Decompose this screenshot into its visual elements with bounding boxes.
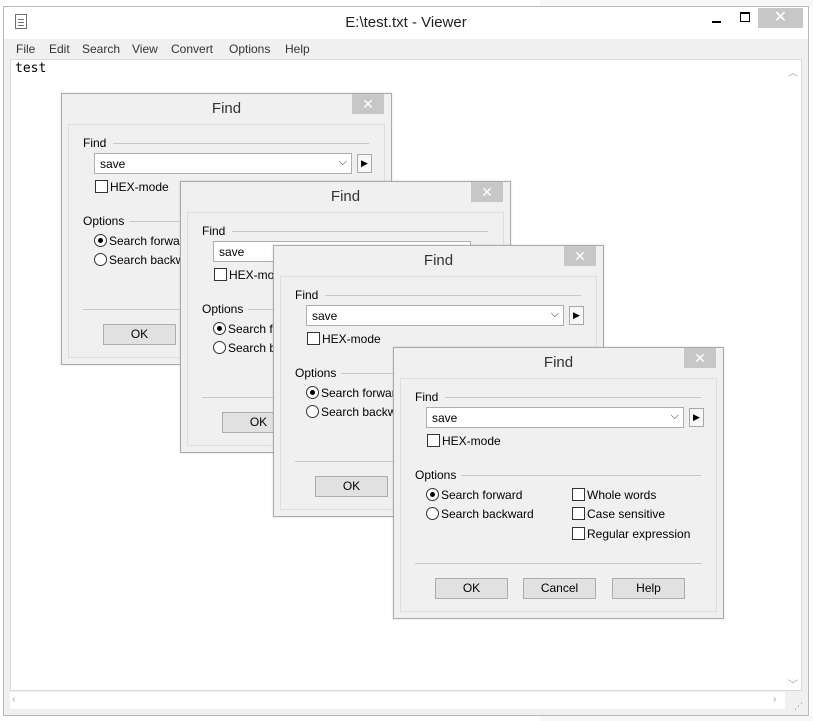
find-combobox-value: save — [219, 245, 245, 259]
options-group-label: Options — [202, 302, 244, 316]
chevron-down-icon[interactable]: ⌵ — [671, 410, 679, 423]
window-title: E:\test.txt - Viewer — [345, 14, 467, 31]
scroll-down-icon[interactable]: ﹀ — [788, 676, 798, 691]
search-forward-label: Search forwarc — [109, 234, 190, 248]
dialog-title: Find — [423, 252, 454, 269]
find-combobox-value: save — [100, 157, 126, 171]
find-combobox[interactable]: save ⌵ — [306, 305, 564, 326]
regular-expression-label: Regular expression — [587, 527, 691, 541]
triangle-right-icon: ▶ — [693, 412, 700, 422]
options-group-line — [461, 475, 701, 476]
chevron-down-icon[interactable]: ⌵ — [339, 156, 347, 169]
horizontal-scrollbar[interactable]: ‹ › — [10, 692, 785, 709]
menu-convert[interactable]: Convert — [171, 42, 213, 56]
hex-mode-checkbox[interactable] — [95, 180, 108, 193]
find-combobox[interactable]: save ⌵ — [426, 407, 684, 428]
search-backward-radio[interactable] — [426, 507, 439, 520]
dialog-title: Find — [211, 100, 242, 117]
background-app-strip-bottom — [540, 716, 813, 721]
find-dialog: Find ✕ Find save ⌵ ▶ HEX-mode Options Se… — [393, 347, 724, 619]
find-group-label: Find — [83, 136, 107, 150]
minimize-button[interactable] — [704, 8, 730, 28]
menu-search[interactable]: Search — [82, 42, 120, 56]
find-group-line — [325, 295, 581, 296]
options-group-label: Options — [415, 468, 457, 482]
find-combobox-value: save — [312, 309, 338, 323]
search-backward-radio[interactable] — [213, 341, 226, 354]
title-bar[interactable]: E:\test.txt - Viewer ✕ — [4, 7, 808, 39]
menu-options[interactable]: Options — [229, 42, 270, 56]
search-forward-label: Search fo — [228, 322, 280, 336]
find-combobox-value: save — [432, 411, 458, 425]
separator — [415, 563, 702, 564]
find-group-label: Find — [415, 390, 439, 404]
triangle-right-icon: ▶ — [361, 158, 368, 168]
scroll-up-icon[interactable]: ︿ — [788, 64, 798, 79]
whole-words-checkbox[interactable] — [572, 488, 585, 501]
find-combobox[interactable]: save ⌵ — [94, 153, 352, 174]
search-backward-radio[interactable] — [94, 253, 107, 266]
find-group-line — [232, 231, 488, 232]
history-button[interactable]: ▶ — [569, 306, 584, 325]
find-group-label: Find — [202, 224, 226, 238]
file-content: test — [15, 61, 47, 76]
menu-bar: File Edit Search View Convert Options He… — [10, 39, 802, 59]
menu-file[interactable]: File — [16, 42, 35, 56]
dialog-title: Find — [330, 188, 361, 205]
ok-button[interactable]: OK — [315, 476, 388, 497]
dialog-close-button[interactable]: ✕ — [352, 94, 384, 114]
chevron-down-icon[interactable]: ⌵ — [551, 308, 559, 321]
whole-words-label: Whole words — [587, 488, 657, 502]
close-button[interactable]: ✕ — [758, 8, 803, 28]
dialog-close-button[interactable]: ✕ — [564, 246, 596, 266]
dialog-close-button[interactable]: ✕ — [471, 182, 503, 202]
dialog-close-button[interactable]: ✕ — [684, 348, 716, 368]
find-group-line — [445, 397, 701, 398]
case-sensitive-checkbox[interactable] — [572, 507, 585, 520]
search-forward-radio[interactable] — [306, 386, 319, 399]
search-forward-radio[interactable] — [213, 322, 226, 335]
history-button[interactable]: ▶ — [357, 154, 372, 173]
search-forward-radio[interactable] — [426, 488, 439, 501]
cancel-button[interactable]: Cancel — [523, 578, 596, 599]
menu-view[interactable]: View — [132, 42, 158, 56]
hex-mode-checkbox[interactable] — [427, 434, 440, 447]
resize-grip-icon[interactable]: ⋰ — [794, 701, 804, 711]
hex-mode-label: HEX-mode — [322, 332, 381, 346]
hex-mode-label: HEX-mode — [110, 180, 169, 194]
menu-help[interactable]: Help — [285, 42, 310, 56]
search-backward-label: Search backwa — [109, 253, 192, 267]
hex-mode-label: HEX-mode — [442, 434, 501, 448]
maximize-button[interactable] — [732, 8, 758, 28]
options-group-label: Options — [83, 214, 125, 228]
triangle-right-icon: ▶ — [573, 310, 580, 320]
dialog-body: Find save ⌵ ▶ HEX-mode Options Search fo… — [400, 378, 717, 612]
vertical-scrollbar[interactable]: ︿ ﹀ — [784, 60, 801, 691]
find-group-line — [113, 143, 369, 144]
search-backward-radio[interactable] — [306, 405, 319, 418]
regular-expression-checkbox[interactable] — [572, 527, 585, 540]
history-button[interactable]: ▶ — [689, 408, 704, 427]
search-backward-label: Search backward — [441, 507, 534, 521]
dialog-title: Find — [543, 354, 574, 371]
scroll-left-icon[interactable]: ‹ — [12, 694, 15, 705]
hex-mode-checkbox[interactable] — [307, 332, 320, 345]
help-button[interactable]: Help — [612, 578, 685, 599]
scroll-right-icon[interactable]: › — [773, 694, 776, 705]
case-sensitive-label: Case sensitive — [587, 507, 666, 521]
options-group-label: Options — [295, 366, 337, 380]
menu-edit[interactable]: Edit — [49, 42, 70, 56]
ok-button[interactable]: OK — [435, 578, 508, 599]
search-forward-radio[interactable] — [94, 234, 107, 247]
find-group-label: Find — [295, 288, 319, 302]
hex-mode-checkbox[interactable] — [214, 268, 227, 281]
search-forward-label: Search forwarc — [321, 386, 402, 400]
search-backward-label: Search backwa — [321, 405, 404, 419]
ok-button[interactable]: OK — [103, 324, 176, 345]
search-forward-label: Search forward — [441, 488, 523, 502]
